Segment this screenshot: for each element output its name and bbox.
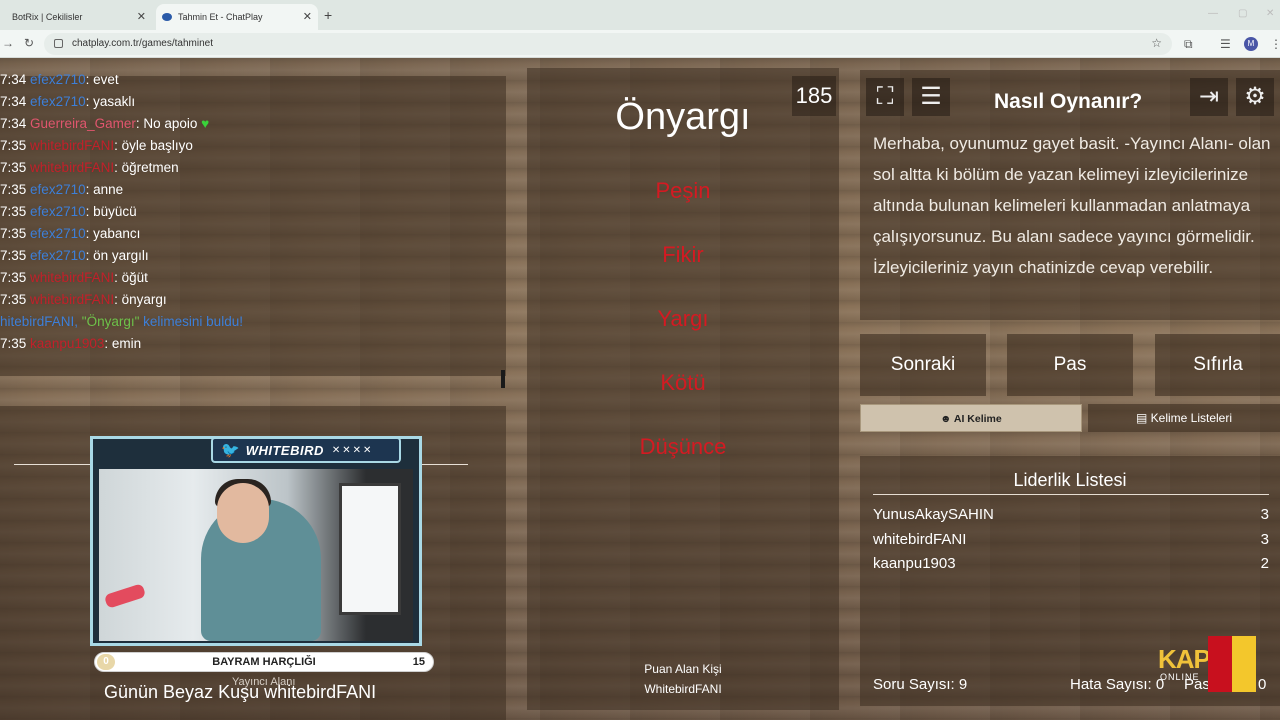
robot-icon: ☻ [940, 413, 952, 425]
game-page: 7:34 efex2710: evet 7:34 efex2710: yasak… [0, 58, 1280, 720]
next-button[interactable]: Sonraki [860, 334, 986, 396]
resize-handle[interactable] [501, 370, 505, 388]
chat-message: 7:35 efex2710: ön yargılı [0, 248, 149, 263]
clipboard-icon: ▤ [1135, 411, 1148, 425]
target-word: Önyargı [615, 96, 751, 138]
goal-title: BAYRAM HARÇLIĞI [212, 656, 316, 668]
extensions-icon[interactable]: ⧉ [1184, 37, 1193, 52]
taboo-word: Peşin [655, 178, 711, 203]
reset-button[interactable]: Sıfırla [1155, 334, 1280, 396]
leaderboard-row: kaanpu1903 2 [873, 555, 1269, 572]
goal-max: 15 [412, 656, 425, 668]
chat-message: 7:35 efex2710: anne [0, 182, 124, 197]
chat-message: 7:34 Guerreira_Gamer: No apoio ♥ [0, 116, 210, 131]
reading-list-icon[interactable]: ☰ [1220, 37, 1231, 51]
goal-progress-bar: 0 BAYRAM HARÇLIĞI 15 [94, 652, 434, 672]
streamer-area-panel: 🐦 WHITEBIRD ✕✕✕✕ 0 BAYRAM HARÇLIĞI 15 Ya… [0, 406, 506, 720]
settings-gear-icon[interactable]: ⚙ [1236, 78, 1274, 116]
close-tab-icon[interactable]: ✕ [137, 10, 146, 23]
leaderboard-row: whitebirdFANI 3 [873, 531, 1269, 548]
chat-message: 7:35 whitebirdFANI: öğretmen [0, 160, 179, 175]
chat-message: 7:35 whitebirdFANI: öğüt [0, 270, 148, 285]
twitter-handle-bar: 🐦 WHITEBIRD ✕✕✕✕ [211, 437, 401, 463]
how-to-play-text: Merhaba, oyunumuz gayet basit. -Yayıncı … [873, 134, 1271, 277]
how-to-play-title: Nasıl Oynanır? [994, 90, 1143, 113]
address-bar[interactable]: chatplay.com.tr/games/tahminet ☆ [44, 33, 1172, 55]
url-text: chatplay.com.tr/games/tahminet [72, 38, 213, 49]
fullscreen-icon[interactable]: ⛶ [866, 78, 904, 116]
bookmark-star-icon[interactable]: ☆ [1151, 36, 1162, 50]
notes-icon[interactable]: ☰ [912, 78, 950, 116]
menu-icon[interactable]: ⋮ [1270, 37, 1280, 51]
forward-icon[interactable]: → [2, 36, 14, 50]
error-count: Hata Sayısı: 0 [1070, 676, 1165, 693]
taboo-word: Düşünce [639, 434, 727, 459]
chat-message: 7:35 efex2710: büyücü [0, 204, 137, 219]
leaderboard-row: YunusAkaySAHIN 3 [873, 506, 1269, 523]
streamer-handle: WHITEBIRD [245, 442, 324, 458]
divider [873, 494, 1269, 495]
chatplay-favicon-icon [162, 13, 172, 21]
how-to-play-panel: ⛶ ☰ Nasıl Oynanır? ⇥ ⚙ Merhaba, oyunumuz… [860, 70, 1280, 320]
site-info-icon[interactable] [54, 39, 63, 48]
scorer-name: WhitebirdFANI [644, 682, 722, 696]
reload-icon[interactable]: ↻ [24, 36, 34, 50]
taboo-word: Yargı [657, 306, 709, 331]
twitter-bird-icon: 🐦 [221, 442, 240, 459]
watermark-flag [1208, 636, 1256, 692]
tab-label: Tahmin Et - ChatPlay [178, 12, 263, 22]
webcam-window [339, 483, 401, 615]
taboo-word: Kötü [660, 370, 706, 395]
chat-message: 7:34 efex2710: evet [0, 72, 119, 87]
chat-message: 7:34 efex2710: yasaklı [0, 94, 136, 109]
kap-online-watermark: KAP ONLINE [1158, 636, 1256, 692]
pass-count: 0 [1258, 676, 1267, 693]
chat-message: 7:35 efex2710: yabancı [0, 226, 141, 241]
taboo-word: Fikir [662, 242, 704, 267]
tab-tahmin-et[interactable]: Tahmin Et - ChatPlay ✕ [156, 4, 318, 30]
webcam-head [217, 483, 269, 543]
word-lists-label: Kelime Listeleri [1150, 411, 1233, 425]
new-tab-icon[interactable]: + [324, 7, 332, 23]
tab-label: BotRix | Cekilisler [12, 12, 83, 22]
leaderboard-title: Liderlik Listesi [1013, 470, 1127, 490]
stream-caption: Günün Beyaz Kuşu whitebirdFANI [104, 682, 377, 702]
ai-word-button[interactable]: ☻ AI Kelime [860, 404, 1082, 432]
profile-avatar[interactable]: M [1244, 37, 1258, 51]
minimize-icon[interactable]: — [1208, 8, 1218, 19]
chat-message: 7:35 whitebirdFANI: önyargı [0, 292, 167, 307]
browser-tab-bar: BotRix | Cekilisler ✕ Tahmin Et - ChatPl… [0, 0, 1280, 30]
decoration-crosses: ✕✕✕✕ [331, 444, 374, 456]
question-count: Soru Sayısı: 9 [873, 676, 968, 693]
maximize-icon[interactable]: ▢ [1238, 8, 1247, 19]
watermark-sub: ONLINE [1160, 672, 1200, 682]
green-heart-icon: ♥ [201, 116, 210, 131]
browser-toolbar: → ↻ chatplay.com.tr/games/tahminet ☆ ⧉ ☰… [0, 30, 1280, 58]
pass-button[interactable]: Pas [1007, 334, 1133, 396]
close-tab-icon[interactable]: ✕ [303, 10, 312, 23]
watermark-brand: KAP [1158, 644, 1211, 674]
ai-word-label: AI Kelime [953, 413, 1002, 425]
close-window-icon[interactable]: ✕ [1266, 8, 1274, 19]
webcam-overlay: 🐦 WHITEBIRD ✕✕✕✕ [90, 436, 422, 646]
chat-panel: 7:34 efex2710: evet 7:34 efex2710: yasak… [0, 72, 506, 388]
chat-system-message: hitebirdFANI, "Önyargı" kelimesini buldu… [0, 314, 243, 329]
scorer-label: Puan Alan Kişi [644, 662, 722, 676]
word-lists-button[interactable]: ▤ Kelime Listeleri [1088, 404, 1280, 432]
chat-message: 7:35 kaanpu1903: emin [0, 336, 142, 351]
tab-botrix[interactable]: BotRix | Cekilisler ✕ [0, 4, 150, 30]
chat-message: 7:35 whitebirdFANI: öyle başlıyo [0, 138, 193, 153]
exit-icon[interactable]: ⇥ [1190, 78, 1228, 116]
word-card: 185 Önyargı Peşin Fikir Yargı Kötü Düşün… [527, 68, 839, 710]
